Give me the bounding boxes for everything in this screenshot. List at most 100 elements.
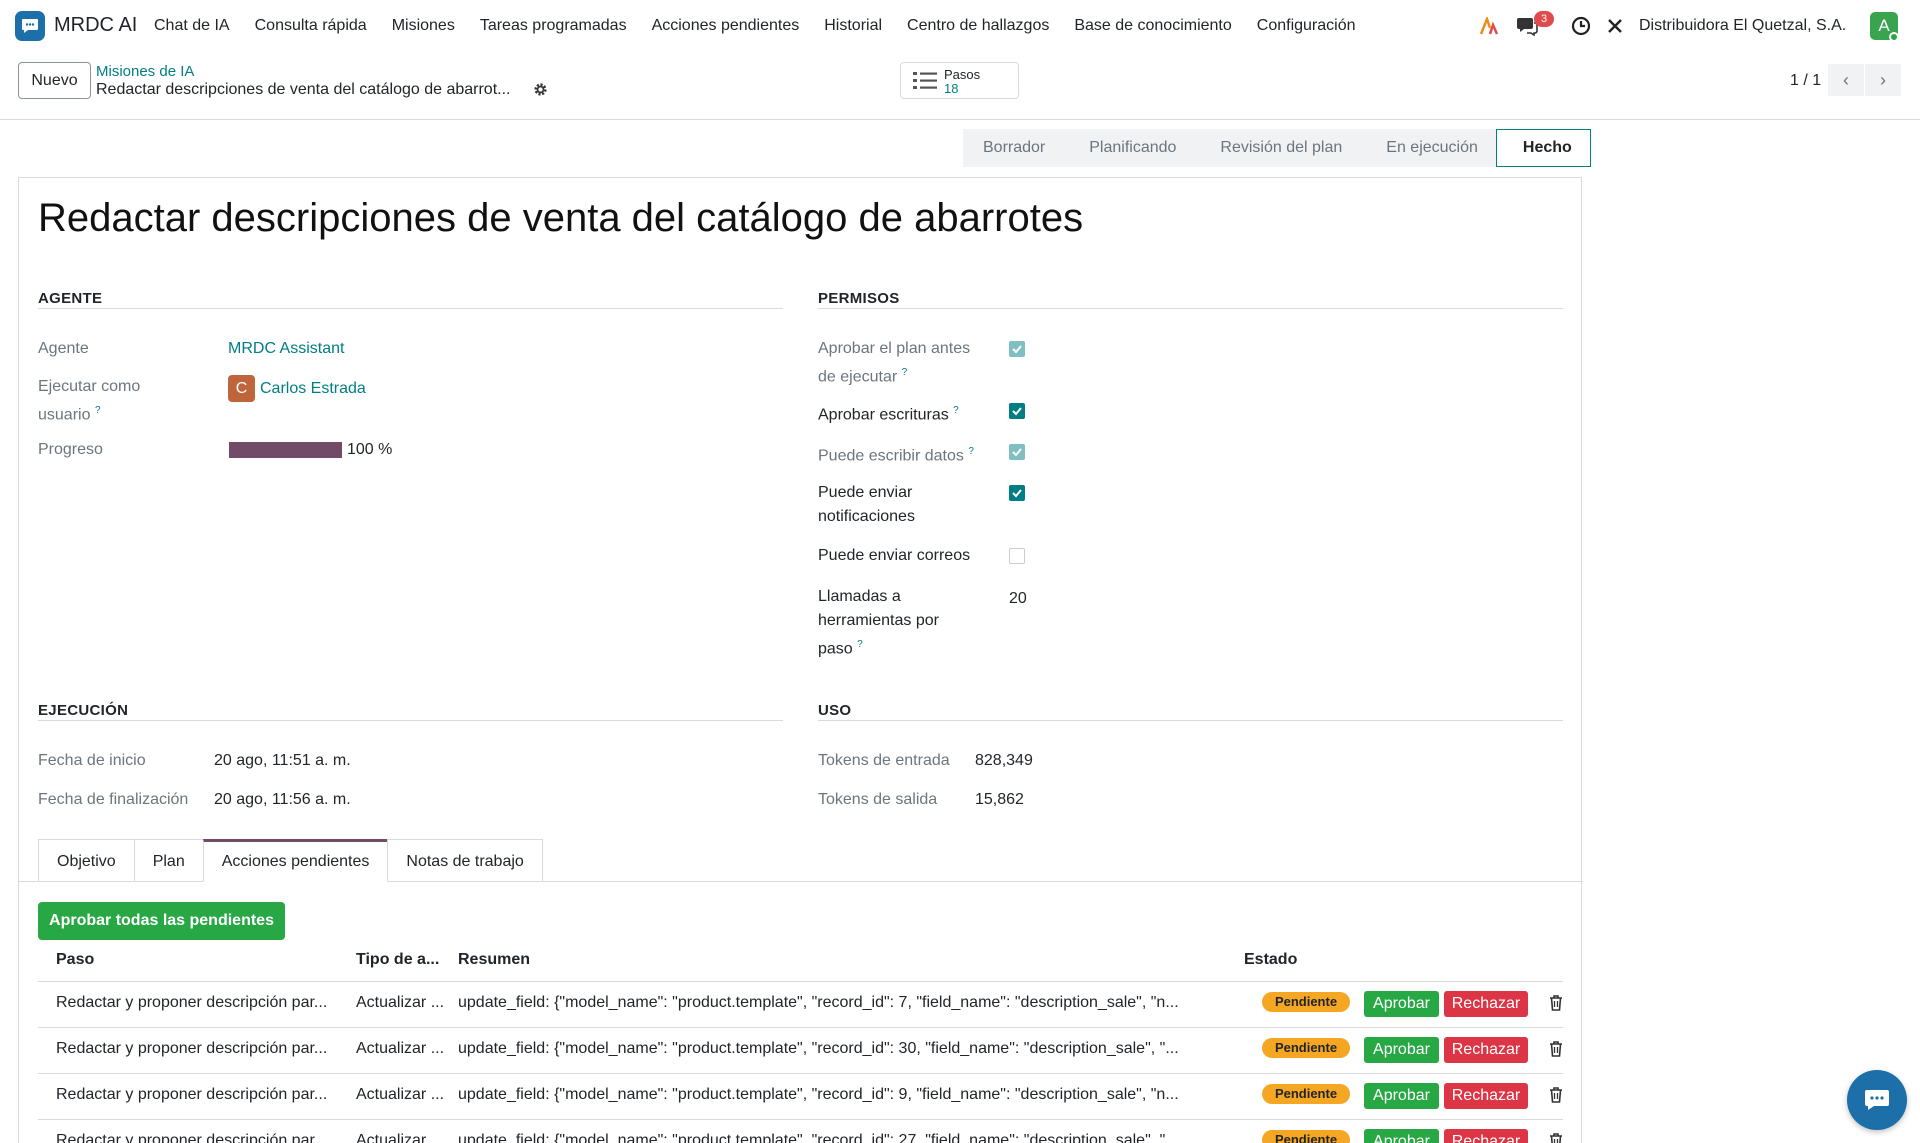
end-date-label: Fecha de finalización xyxy=(38,791,189,808)
stage-running[interactable]: En ejecución xyxy=(1360,129,1496,167)
new-button[interactable]: Nuevo xyxy=(18,62,91,99)
perm-send-notifications-label-2: notificaciones xyxy=(818,508,915,525)
control-panel: Nuevo Misiones de IA Redactar descripcio… xyxy=(0,52,1920,120)
table-row[interactable]: Redactar y proponer descripción par... A… xyxy=(38,982,1563,1028)
trash-icon[interactable] xyxy=(1549,1087,1563,1103)
stage-draft[interactable]: Borrador xyxy=(963,129,1064,167)
chevron-left-icon[interactable]: ‹ xyxy=(1828,64,1864,96)
run-as-label-2: usuario ? xyxy=(38,405,101,424)
progress-bar xyxy=(229,442,342,458)
list-steps-icon xyxy=(913,72,937,89)
row-summary: update_field: {"model_name": "product.te… xyxy=(458,994,1179,1011)
menu-item-missions[interactable]: Misiones xyxy=(392,17,455,35)
steps-smart-button[interactable]: Pasos 18 xyxy=(900,62,1019,99)
column-step[interactable]: Paso xyxy=(56,951,94,969)
start-date-label: Fecha de inicio xyxy=(38,752,146,769)
ai-sparkle-icon[interactable] xyxy=(1478,15,1500,37)
perm-approve-writes-checkbox[interactable] xyxy=(1009,403,1025,419)
row-type: Actualizar ... xyxy=(356,994,445,1011)
menu-item-history[interactable]: Historial xyxy=(824,17,882,35)
company-switcher[interactable]: Distribuidora El Quetzal, S.A. xyxy=(1639,17,1846,35)
tokens-in-value: 828,349 xyxy=(975,752,1033,769)
perm-send-emails-checkbox[interactable] xyxy=(1009,548,1025,564)
menu-item-findings[interactable]: Centro de hallazgos xyxy=(907,17,1049,35)
status-bar: Borrador Planificando Revisión del plan … xyxy=(963,129,1591,167)
steps-label: Pasos xyxy=(944,67,981,82)
tab-objective[interactable]: Objetivo xyxy=(38,839,134,882)
trash-icon[interactable] xyxy=(1549,995,1563,1011)
menu-item-scheduled-tasks[interactable]: Tareas programadas xyxy=(480,17,627,35)
breadcrumb-parent[interactable]: Misiones de IA xyxy=(96,63,194,80)
row-type: Actualizar ... xyxy=(356,1086,445,1103)
help-tooltip-icon[interactable]: ? xyxy=(968,446,974,457)
perm-send-notifications-label: Puede enviar xyxy=(818,484,913,501)
table-row[interactable]: Redactar y proponer descripción par... A… xyxy=(38,1074,1563,1120)
chat-icon[interactable] xyxy=(1847,1070,1907,1130)
clock-icon[interactable] xyxy=(1570,15,1592,37)
perm-write-data-checkbox xyxy=(1009,444,1025,460)
app-name[interactable]: MRDC AI xyxy=(54,14,137,37)
menu-item-settings[interactable]: Configuración xyxy=(1257,17,1356,35)
approve-button[interactable]: Aprobar xyxy=(1364,1083,1439,1109)
row-step: Redactar y proponer descripción par... xyxy=(56,1086,328,1103)
column-action-type[interactable]: Tipo de a... xyxy=(356,951,439,969)
run-as-user-link[interactable]: Carlos Estrada xyxy=(260,377,366,401)
menu-item-quick-query[interactable]: Consulta rápida xyxy=(255,17,367,35)
run-as-label: Ejecutar como xyxy=(38,378,141,395)
trash-icon[interactable] xyxy=(1549,1041,1563,1057)
app-logo-icon[interactable] xyxy=(15,11,45,41)
tools-icon[interactable] xyxy=(1604,15,1626,37)
reject-button[interactable]: Rechazar xyxy=(1444,991,1528,1017)
table-row[interactable]: Redactar y proponer descripción par... A… xyxy=(38,1120,1563,1143)
help-tooltip-icon[interactable]: ? xyxy=(953,405,959,416)
help-tooltip-icon[interactable]: ? xyxy=(857,639,863,650)
perm-approve-plan-checkbox xyxy=(1009,341,1025,357)
approve-button[interactable]: Aprobar xyxy=(1364,991,1439,1017)
table-row[interactable]: Redactar y proponer descripción par... A… xyxy=(38,1028,1563,1074)
reject-button[interactable]: Rechazar xyxy=(1444,1129,1528,1143)
approve-all-button[interactable]: Aprobar todas las pendientes xyxy=(38,902,285,940)
perm-write-data-label: Puede escribir datos ? xyxy=(818,446,974,465)
pager-value[interactable]: 1 / 1 xyxy=(1790,72,1821,90)
help-tooltip-icon[interactable]: ? xyxy=(95,405,101,416)
agent-link[interactable]: MRDC Assistant xyxy=(228,337,344,361)
notebook-tabs: Objetivo Plan Acciones pendientes Notas … xyxy=(38,839,543,882)
column-status[interactable]: Estado xyxy=(1244,951,1297,969)
row-step: Redactar y proponer descripción par... xyxy=(56,1132,328,1143)
divider xyxy=(38,720,783,721)
perm-send-emails-label: Puede enviar correos xyxy=(818,547,971,564)
tool-calls-label-3: paso ? xyxy=(818,639,863,658)
trash-icon[interactable] xyxy=(1549,1133,1563,1143)
section-usage: USO xyxy=(818,702,852,719)
section-execution: EJECUCIÓN xyxy=(38,702,129,719)
approve-button[interactable]: Aprobar xyxy=(1364,1129,1439,1143)
tokens-out-label: Tokens de salida xyxy=(818,791,938,808)
stage-done[interactable]: Hecho xyxy=(1495,129,1591,167)
tool-calls-value[interactable]: 20 xyxy=(1009,587,1027,611)
menu-item-pending-actions[interactable]: Acciones pendientes xyxy=(652,17,800,35)
gear-icon[interactable] xyxy=(533,82,548,101)
menu-item-knowledge-base[interactable]: Base de conocimiento xyxy=(1074,17,1231,35)
tab-work-notes[interactable]: Notas de trabajo xyxy=(387,839,543,882)
reject-button[interactable]: Rechazar xyxy=(1444,1083,1528,1109)
tokens-out-value: 15,862 xyxy=(975,791,1024,808)
perm-send-notifications-checkbox[interactable] xyxy=(1009,485,1025,501)
tab-plan[interactable]: Plan xyxy=(133,839,203,882)
end-date-value: 20 ago, 11:56 a. m. xyxy=(214,791,351,808)
reject-button[interactable]: Rechazar xyxy=(1444,1037,1528,1063)
row-summary: update_field: {"model_name": "product.te… xyxy=(458,1086,1179,1103)
stage-plan-review[interactable]: Revisión del plan xyxy=(1194,129,1361,167)
tab-pending-actions[interactable]: Acciones pendientes xyxy=(202,839,388,882)
chevron-right-icon[interactable]: › xyxy=(1865,64,1901,96)
help-tooltip-icon[interactable]: ? xyxy=(902,367,908,378)
approve-button[interactable]: Aprobar xyxy=(1364,1037,1439,1063)
status-badge: Pendiente xyxy=(1262,1130,1350,1143)
stage-planning[interactable]: Planificando xyxy=(1063,129,1195,167)
perm-approve-writes-label: Aprobar escrituras ? xyxy=(818,405,959,424)
column-summary[interactable]: Resumen xyxy=(458,951,530,969)
status-badge: Pendiente xyxy=(1262,1084,1350,1104)
start-date-value: 20 ago, 11:51 a. m. xyxy=(214,752,351,769)
row-summary: update_field: {"model_name": "product.te… xyxy=(458,1132,1179,1143)
record-title[interactable]: Redactar descripciones de venta del catá… xyxy=(38,196,1083,241)
menu-item-chat[interactable]: Chat de IA xyxy=(154,17,230,35)
